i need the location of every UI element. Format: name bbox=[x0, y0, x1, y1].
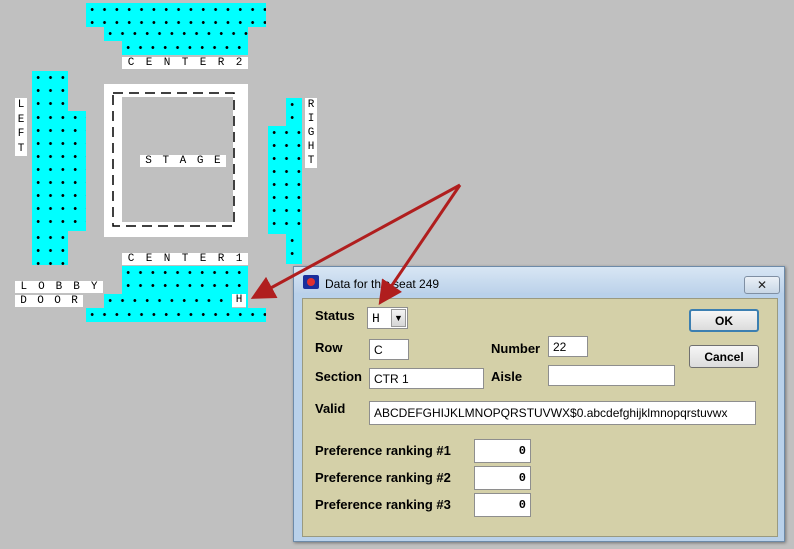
arrow-to-seat bbox=[250, 183, 461, 299]
annotation-arrows bbox=[250, 183, 462, 305]
arrow-to-status bbox=[378, 184, 462, 305]
